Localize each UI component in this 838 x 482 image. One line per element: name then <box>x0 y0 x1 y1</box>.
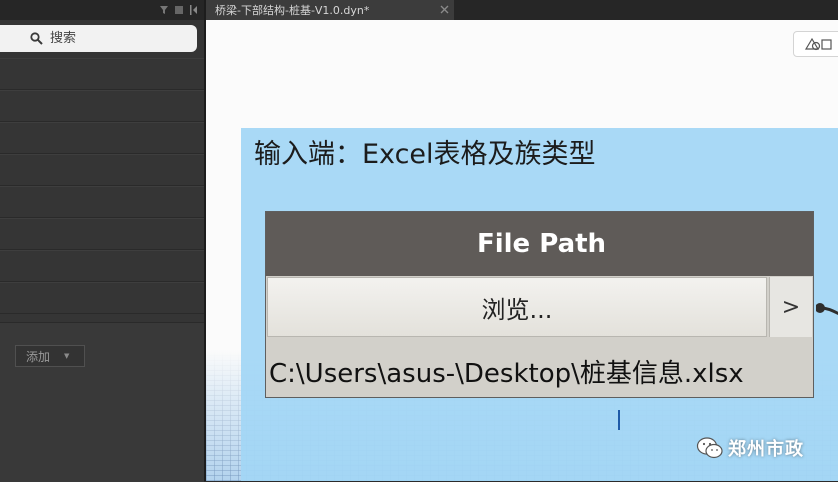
node-header[interactable]: File Path <box>266 212 813 276</box>
library-category[interactable] <box>0 218 204 250</box>
tab-workspace[interactable]: 桥梁-下部结构-桩基-V1.0.dyn* <box>206 0 454 20</box>
file-path-value: C:\Users\asus-\Desktop\桩基信息.xlsx <box>269 359 744 389</box>
library-search-box[interactable] <box>0 25 197 52</box>
library-category[interactable] <box>0 122 204 154</box>
workspace-canvas[interactable]: 输入端：Excel表格及族类型 File Path 浏览... > C:\Use… <box>206 20 838 481</box>
add-button-label: 添加 <box>26 349 51 364</box>
output-port[interactable]: > <box>769 277 812 337</box>
library-search-input[interactable] <box>50 28 190 49</box>
filter-icon[interactable] <box>160 5 168 15</box>
wechat-watermark: 郑州市政 <box>696 435 804 461</box>
library-category[interactable] <box>0 250 204 282</box>
layout-icon[interactable] <box>175 5 183 15</box>
collapse-panel-icon[interactable] <box>190 5 198 15</box>
watermark-text: 郑州市政 <box>728 439 804 460</box>
library-category-list <box>0 58 204 314</box>
library-panel: 添加 ▼ <box>0 0 204 482</box>
tab-bar: 桥梁-下部结构-桩基-V1.0.dyn* <box>206 0 838 20</box>
library-category[interactable] <box>0 186 204 218</box>
library-toolbar <box>0 0 204 20</box>
add-button[interactable]: 添加 ▼ <box>15 345 85 367</box>
group-title[interactable]: 输入端：Excel表格及族类型 <box>254 132 596 171</box>
search-icon <box>30 32 43 45</box>
tab-title: 桥梁-下部结构-桩基-V1.0.dyn* <box>215 4 370 17</box>
library-footer: 添加 ▼ <box>0 322 204 482</box>
file-path-node[interactable]: File Path 浏览... > C:\Users\asus-\Desktop… <box>265 211 814 398</box>
library-category[interactable] <box>0 90 204 122</box>
library-category[interactable] <box>0 58 204 90</box>
node-title: File Path <box>476 229 607 259</box>
node-group[interactable]: 输入端：Excel表格及族类型 File Path 浏览... > C:\Use… <box>241 128 838 481</box>
library-category[interactable] <box>0 154 204 186</box>
browse-button[interactable]: 浏览... <box>267 277 767 337</box>
geometry-view-icon <box>804 37 832 51</box>
view-mode-toggle[interactable] <box>793 31 838 57</box>
text-cursor-mark <box>618 410 620 430</box>
wechat-icon <box>696 437 723 459</box>
caret-down-icon: ▼ <box>64 352 70 360</box>
library-category[interactable] <box>0 282 204 314</box>
close-icon[interactable] <box>439 4 450 15</box>
connector-wire[interactable] <box>816 288 838 358</box>
